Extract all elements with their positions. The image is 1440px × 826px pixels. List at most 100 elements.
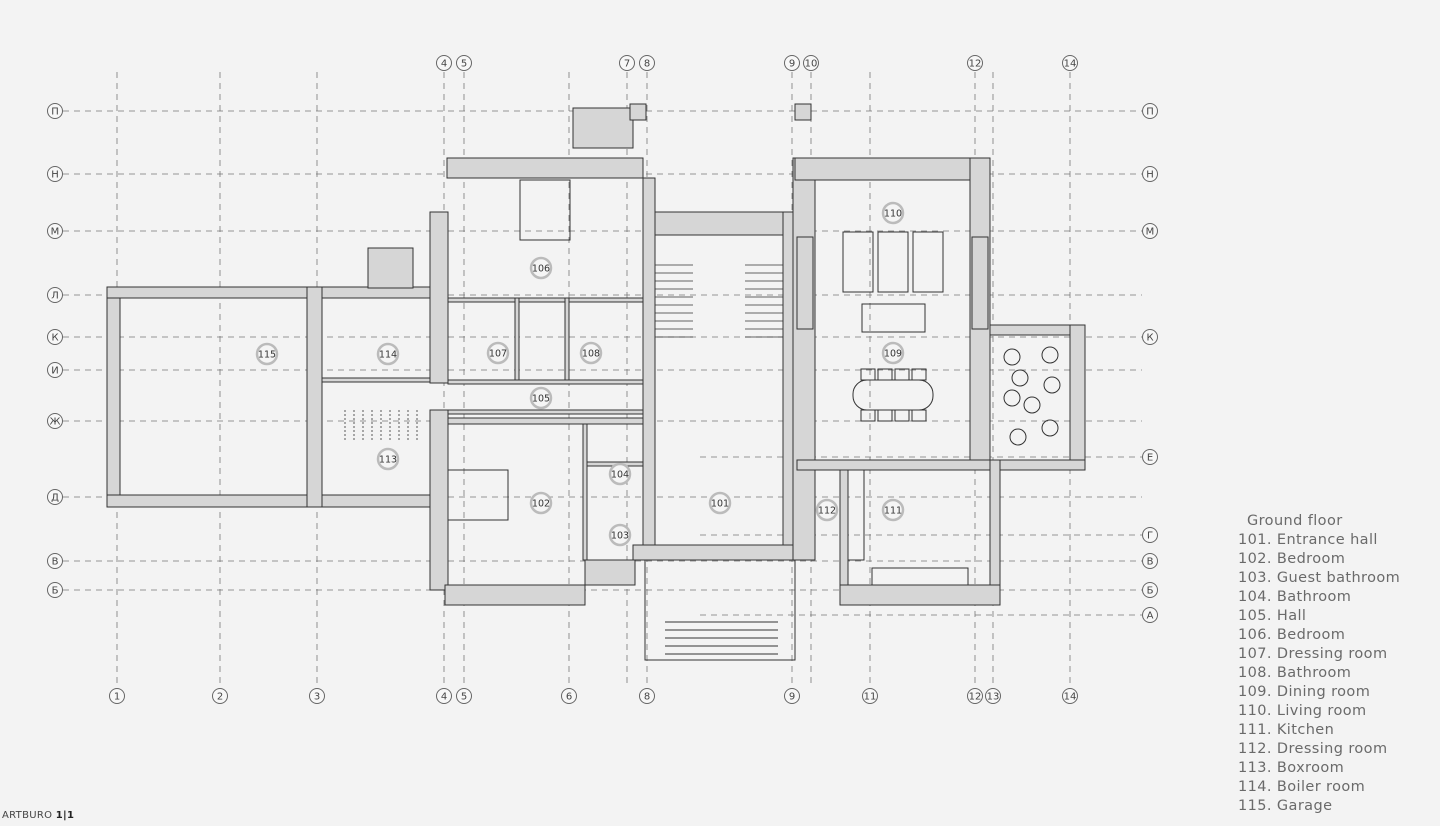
- room-tag-109: 109: [884, 349, 902, 360]
- legend-item: 102. Bedroom: [1238, 551, 1346, 567]
- wall: [514, 297, 520, 381]
- dining-table: [852, 379, 934, 411]
- legend-item: 112. Dressing room: [1238, 741, 1388, 757]
- wall: [582, 423, 588, 561]
- wall: [106, 286, 431, 299]
- axis-top-4-label: 4: [441, 59, 447, 70]
- wall: [792, 157, 816, 561]
- axis-bottom-13-label: 13: [987, 692, 1000, 703]
- axis-right-П-label: П: [1146, 107, 1154, 118]
- kitchen-counter: [871, 567, 969, 586]
- legend-item: 114. Boiler room: [1238, 779, 1366, 795]
- sofa: [861, 303, 926, 333]
- legend-item: 105. Hall: [1238, 608, 1307, 624]
- axis-bottom-14-label: 14: [1064, 692, 1077, 703]
- legend-item: 107. Dressing room: [1238, 646, 1388, 662]
- wall: [642, 177, 656, 561]
- plant: [1009, 428, 1027, 446]
- axis-right-В-label: В: [1147, 557, 1154, 568]
- axis-left-В-label: В: [52, 557, 59, 568]
- room-tag-111: 111: [884, 506, 902, 517]
- wall: [321, 377, 431, 383]
- axis-right-К-label: К: [1146, 333, 1153, 344]
- wall: [572, 107, 634, 149]
- room-tag-105: 105: [532, 394, 550, 405]
- axis-top-7-label: 7: [624, 59, 630, 70]
- room-tag-113: 113: [379, 455, 397, 466]
- axis-bottom-5-label: 5: [461, 692, 467, 703]
- axis-left-Н-label: Н: [51, 170, 59, 181]
- axis-right-А-label: А: [1147, 611, 1154, 622]
- legend-item: 106. Bedroom: [1238, 627, 1346, 643]
- footer-brand: ARTBURO 1|1: [2, 810, 74, 821]
- axis-bottom-3-label: 3: [314, 692, 320, 703]
- chair: [860, 368, 876, 381]
- axis-right-Г-label: Г: [1147, 531, 1153, 542]
- wall: [429, 409, 449, 591]
- room-tag-112: 112: [818, 506, 836, 517]
- floor-plan: 4 5 7 8 9 10 12 141 2 3 4 5 6 8 9 11 12 13 14ПНМЛКИЖДВБПНМ…: [47, 55, 1158, 704]
- sofa: [912, 231, 944, 293]
- brand-name: ARTBURO: [2, 810, 53, 821]
- page-number: 1|1: [55, 810, 75, 821]
- wall: [446, 157, 644, 179]
- legend-item: 110. Living room: [1238, 703, 1367, 719]
- legend-item: 104. Bathroom: [1238, 589, 1352, 605]
- axis-left-М-label: М: [51, 227, 60, 238]
- wall: [989, 459, 1001, 606]
- room-tag-101: 101: [711, 499, 729, 510]
- porch: [644, 559, 796, 661]
- sofa: [842, 231, 874, 293]
- coffee-table: [877, 231, 909, 293]
- room-tag-110: 110: [884, 209, 902, 220]
- wall: [839, 469, 849, 586]
- wall: [584, 559, 636, 586]
- wall: [969, 157, 991, 471]
- room-tag-102: 102: [532, 499, 550, 510]
- room-tag-104: 104: [611, 470, 629, 481]
- axis-bottom-4-label: 4: [441, 692, 447, 703]
- wall: [629, 103, 647, 121]
- plant: [1041, 346, 1059, 364]
- axis-left-Ж-label: Ж: [50, 417, 61, 428]
- legend-title: Ground floor: [1247, 513, 1343, 529]
- legend-item: 101. Entrance hall: [1238, 532, 1378, 548]
- wall: [306, 286, 323, 508]
- legend-item: 109. Dining room: [1238, 684, 1371, 700]
- chair: [877, 409, 893, 422]
- kitchen-counter: [847, 469, 865, 561]
- room-tag-103: 103: [611, 531, 629, 542]
- wall: [447, 409, 646, 415]
- axis-bottom-8-label: 8: [644, 692, 650, 703]
- wall: [447, 379, 646, 385]
- wall: [794, 103, 812, 121]
- axis-bottom-9-label: 9: [789, 692, 795, 703]
- axis-top-8-label: 8: [644, 59, 650, 70]
- chair: [911, 409, 927, 422]
- plant: [1043, 376, 1061, 394]
- legend-item: 108. Bathroom: [1238, 665, 1352, 681]
- legend-item: 103. Guest bathroom: [1238, 570, 1401, 586]
- plant: [1003, 348, 1021, 366]
- axis-left-Б-label: Б: [52, 586, 59, 597]
- axis-top-14-label: 14: [1064, 59, 1077, 70]
- room-tag-106: 106: [532, 264, 550, 275]
- axis-bottom-11-label: 11: [864, 692, 877, 703]
- room-legend: Ground floor 101. Entrance hall 102. Bedr…: [1238, 512, 1400, 816]
- axis-top-9-label: 9: [789, 59, 795, 70]
- axis-left-Л-label: Л: [51, 291, 59, 302]
- plant: [1041, 419, 1059, 437]
- axis-right-Б-label: Б: [1147, 586, 1154, 597]
- wall: [796, 459, 1001, 471]
- chair: [877, 368, 893, 381]
- axis-top-5-label: 5: [461, 59, 467, 70]
- bed: [447, 469, 509, 521]
- axis-right-Н-label: Н: [1146, 170, 1154, 181]
- wall: [447, 297, 646, 303]
- room-tag-114: 114: [379, 350, 397, 361]
- plant: [1003, 389, 1021, 407]
- axis-bottom-1-label: 1: [114, 692, 120, 703]
- axis-top-12-label: 12: [969, 59, 982, 70]
- wall: [632, 544, 801, 561]
- wall: [654, 211, 784, 236]
